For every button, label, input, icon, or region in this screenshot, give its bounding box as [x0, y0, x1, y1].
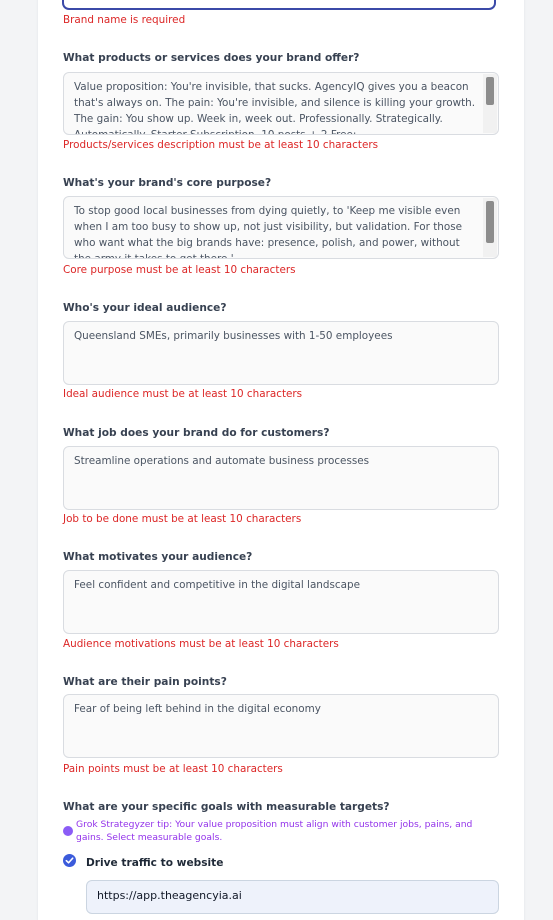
ideal-audience-textarea[interactable]: Queensland SMEs, primarily businesses wi… — [63, 321, 499, 385]
job-to-be-done-label: What job does your brand do for customer… — [63, 427, 330, 439]
core-purpose-error: Core purpose must be at least 10 charact… — [63, 264, 296, 276]
motivations-textarea[interactable]: Feel confident and competitive in the di… — [63, 570, 499, 634]
scrollbar-thumb[interactable] — [486, 77, 494, 105]
pain-points-textarea[interactable]: Fear of being left behind in the digital… — [63, 694, 499, 758]
motivations-label: What motivates your audience? — [63, 551, 253, 563]
pain-points-text: Fear of being left behind in the digital… — [74, 703, 321, 715]
job-to-be-done-text: Streamline operations and automate busin… — [74, 455, 370, 467]
core-purpose-scrollbar[interactable] — [483, 198, 497, 257]
ideal-audience-label: Who's your ideal audience? — [63, 302, 227, 314]
brand-name-input-wrapper — [62, 0, 496, 10]
pain-points-label: What are their pain points? — [63, 676, 227, 688]
goal-url-input-wrapper — [86, 880, 499, 914]
tip-text: Grok Strategyzer tip: Your value proposi… — [76, 819, 473, 843]
goals-label: What are your specific goals with measur… — [63, 801, 390, 813]
checkmark-icon — [65, 857, 74, 864]
core-purpose-textarea[interactable]: To stop good local businesses from dying… — [63, 196, 499, 259]
products-services-scrollbar[interactable] — [483, 74, 497, 133]
products-services-text: Value proposition: You're invisible, tha… — [74, 81, 476, 135]
job-to-be-done-textarea[interactable]: Streamline operations and automate busin… — [63, 446, 499, 510]
motivations-text: Feel confident and competitive in the di… — [74, 579, 360, 591]
goal-checkbox-drive-traffic[interactable] — [63, 854, 76, 867]
pain-points-error: Pain points must be at least 10 characte… — [63, 763, 283, 775]
goal-url-input[interactable] — [87, 881, 498, 902]
products-services-error: Products/services description must be at… — [63, 139, 379, 151]
tip-dot-icon — [63, 826, 73, 836]
ideal-audience-text: Queensland SMEs, primarily businesses wi… — [74, 330, 393, 342]
scrollbar-thumb[interactable] — [486, 201, 494, 243]
core-purpose-text: To stop good local businesses from dying… — [74, 205, 463, 259]
job-to-be-done-error: Job to be done must be at least 10 chara… — [63, 513, 302, 525]
brand-name-input[interactable] — [64, 0, 494, 8]
motivations-error: Audience motivations must be at least 10… — [63, 638, 339, 650]
ideal-audience-error: Ideal audience must be at least 10 chara… — [63, 388, 303, 400]
products-services-textarea[interactable]: Value proposition: You're invisible, tha… — [63, 72, 499, 135]
core-purpose-label: What's your brand's core purpose? — [63, 177, 272, 189]
products-services-label: What products or services does your bran… — [63, 52, 360, 64]
brand-name-error: Brand name is required — [63, 14, 186, 26]
goal-label-drive-traffic: Drive traffic to website — [86, 857, 224, 869]
